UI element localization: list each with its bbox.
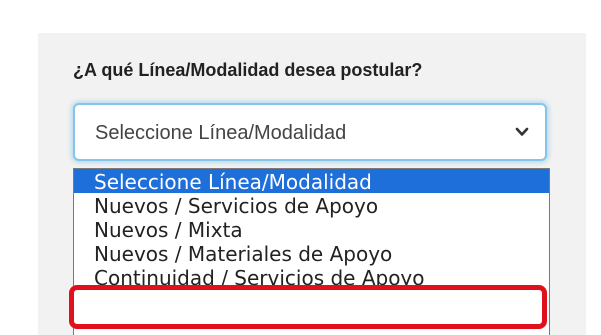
question-label: ¿A qué Línea/Modalidad desea postular? bbox=[73, 60, 423, 80]
option-nuevos-servicios-de-apoyo[interactable]: Nuevos / Servicios de Apoyo bbox=[74, 193, 549, 218]
line-modality-select[interactable]: Seleccione Línea/Modalidad bbox=[73, 103, 547, 161]
select-dropdown-list: Seleccione Línea/Modalidad Nuevos / Serv… bbox=[73, 168, 550, 335]
option-seleccione[interactable]: Seleccione Línea/Modalidad bbox=[74, 169, 549, 194]
option-nuevos-materiales-de-apoyo[interactable]: Nuevos / Materiales de Apoyo bbox=[74, 241, 549, 266]
option-continuidad-servicios-de-apoyo[interactable]: Continuidad / Servicios de Apoyo bbox=[74, 265, 549, 290]
page: ¿A qué Línea/Modalidad desea postular? S… bbox=[0, 0, 601, 335]
select-current-value: Seleccione Línea/Modalidad bbox=[95, 122, 347, 144]
chevron-down-icon bbox=[515, 127, 529, 136]
option-nuevos-mixta[interactable]: Nuevos / Mixta bbox=[74, 217, 549, 242]
